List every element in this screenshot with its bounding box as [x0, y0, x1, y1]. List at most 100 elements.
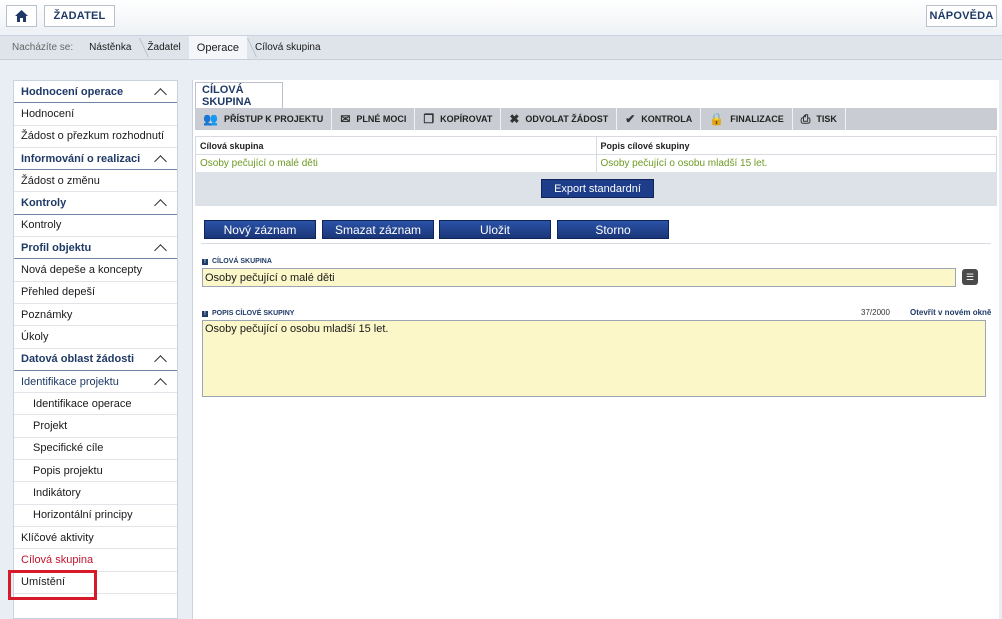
table-row[interactable]: Osoby pečující o malé děti Osoby pečujíc… [195, 154, 997, 173]
sidebar-section-profil-objektu[interactable]: Profil objektu [14, 237, 177, 260]
home-button[interactable] [6, 5, 37, 27]
tab-cilova-skupina[interactable]: CÍLOVÁ SKUPINA [195, 82, 283, 108]
sidebar-group-identifikace-projektu[interactable]: Identifikace projektu [14, 371, 177, 394]
sidebar-item-label: Žádost o přezkum rozhodnutí [21, 130, 165, 143]
sidebar-section-kontroly[interactable]: Kontroly [14, 192, 177, 215]
sidebar-item-label: Informování o realizaci [21, 152, 141, 165]
help-button[interactable]: NÁPOVĚDA [926, 5, 997, 27]
sidebar-item-label: Hodnocení operace [21, 85, 124, 98]
toolbar: 👥 PŘÍSTUP K PROJEKTU ✉ PLNÉ MOCI ❐ KOPÍR… [195, 108, 997, 130]
chevron-up-icon[interactable] [154, 87, 167, 101]
character-counter: 37/2000 [861, 308, 890, 317]
sidebar-item-nova-depese[interactable]: Nová depeše a koncepty [14, 259, 177, 282]
odvolat-zadost-button[interactable]: ✖ ODVOLAT ŽÁDOST [501, 108, 618, 130]
sidebar-item-kontroly[interactable]: Kontroly [14, 215, 177, 238]
pristup-k-projektu-button[interactable]: 👥 PŘÍSTUP K PROJEKTU [195, 108, 333, 130]
toolbar-label: ODVOLAT ŽÁDOST [525, 114, 609, 124]
sidebar-item-klicove-aktivity[interactable]: Klíčové aktivity [14, 527, 177, 550]
breadcrumb: Nacházíte se: Nástěnka Žadatel Operace C… [0, 36, 1002, 60]
cell-popis[interactable]: Osoby pečující o osobu mladší 15 let. [595, 154, 997, 173]
sidebar-section-datova-oblast[interactable]: Datová oblast žádosti [14, 349, 177, 371]
sidebar-item-label: Specifické cíle [33, 442, 104, 455]
cell-cilova-skupina[interactable]: Osoby pečující o malé děti [195, 154, 597, 173]
breadcrumb-item-zadatel[interactable]: Žadatel [139, 36, 188, 59]
sidebar-item-label: Přehled depeší [21, 286, 95, 299]
breadcrumb-item-operace[interactable]: Operace [188, 36, 247, 59]
kopirovat-button[interactable]: ❐ KOPÍROVAT [415, 108, 502, 130]
lock-icon: 🔒 [709, 112, 725, 126]
sidebar-item-label: Cílová skupina [21, 553, 94, 566]
sidebar-item-identifikace-operace[interactable]: Identifikace operace [14, 393, 177, 416]
export-standard-button[interactable]: Export standardní [541, 179, 654, 198]
kontrola-button[interactable]: ✔ KONTROLA [617, 108, 702, 130]
description-textarea[interactable]: Osoby pečující o osobu mladší 15 let. [202, 320, 986, 397]
top-bar: ŽADATEL NÁPOVĚDA [0, 0, 1002, 36]
copy-icon: ❐ [423, 112, 435, 126]
sidebar-item-label: Horizontální principy [33, 509, 133, 522]
sidebar-item-projekt[interactable]: Projekt [14, 415, 177, 438]
chevron-up-icon[interactable] [154, 355, 167, 369]
sidebar-item-label: Datová oblast žádosti [21, 353, 135, 366]
sidebar-item-specificke-cile[interactable]: Specifické cíle [14, 438, 177, 461]
sidebar-section-informovani[interactable]: Informování o realizaci [14, 148, 177, 171]
sidebar-item-zadost-prezkum[interactable]: Žádost o přezkum rozhodnutí [14, 126, 177, 148]
sidebar-item-label: Kontroly [21, 197, 67, 210]
users-icon: 👥 [203, 112, 218, 126]
sidebar-item-prehled-depesi[interactable]: Přehled depeší [14, 282, 177, 304]
chevron-up-icon[interactable] [154, 154, 167, 168]
toolbar-label: FINALIZACE [730, 114, 784, 124]
envelope-icon: ✉ [340, 112, 351, 126]
cancel-button[interactable]: Storno [557, 220, 669, 239]
zadatel-button[interactable]: ŽADATEL [44, 5, 115, 27]
chevron-up-icon[interactable] [154, 243, 167, 257]
sidebar-item-label: Popis projektu [33, 464, 103, 477]
sidebar-item-zadost-zmena[interactable]: Žádost o změnu [14, 170, 177, 193]
divider [201, 243, 991, 244]
toolbar-label: TISK [816, 114, 837, 124]
sidebar-item-label: Identifikace projektu [21, 375, 119, 388]
tisk-button[interactable]: ⎙ TISK [793, 108, 846, 130]
target-group-label: ! CÍLOVÁ SKUPINA [202, 258, 272, 265]
sidebar-item-poznamky[interactable]: Poznámky [14, 304, 177, 327]
sidebar-item-label: Klíčové aktivity [21, 531, 94, 544]
breadcrumb-item-cilova-skupina: Cílová skupina [254, 42, 321, 53]
new-record-button[interactable]: Nový záznam [204, 220, 316, 239]
sidebar-section-hodnoceni-operace[interactable]: Hodnocení operace [14, 81, 177, 104]
column-header-cilova-skupina[interactable]: Cílová skupina [195, 136, 597, 155]
sidebar-item-horizontalni-principy[interactable]: Horizontální principy [14, 505, 177, 527]
breadcrumb-item-nastenka[interactable]: Nástěnka [81, 36, 139, 59]
close-icon: ✖ [509, 112, 520, 126]
sidebar-item-hodnoceni[interactable]: Hodnocení [14, 103, 177, 126]
sidebar-item-label: Úkoly [21, 330, 49, 343]
breadcrumb-label: Nacházíte se: [12, 42, 74, 53]
sidebar-item-label: Identifikace operace [33, 397, 132, 410]
chevron-up-icon[interactable] [154, 199, 167, 212]
field-label-text: CÍLOVÁ SKUPINA [212, 258, 272, 265]
sidebar-item-label: Poznámky [21, 308, 73, 321]
sidebar-item-label: Profil objektu [21, 241, 92, 254]
column-header-popis[interactable]: Popis cílové skupiny [595, 136, 997, 155]
active-item-highlight [8, 570, 97, 600]
sidebar-item-indikatory[interactable]: Indikátory [14, 482, 177, 505]
sidebar-item-label: Indikátory [33, 486, 81, 499]
save-button[interactable]: Uložit [439, 220, 551, 239]
sidebar-item-label: Kontroly [21, 219, 62, 232]
open-new-window-link[interactable]: Otevřít v novém okně [910, 308, 991, 317]
grid-header-row: Cílová skupina Popis cílové skupiny [195, 136, 997, 155]
sidebar-item-popis-projektu[interactable]: Popis projektu [14, 460, 177, 483]
plne-moci-button[interactable]: ✉ PLNÉ MOCI [332, 108, 416, 130]
delete-record-button[interactable]: Smazat záznam [322, 220, 434, 239]
toolbar-label: KOPÍROVAT [440, 114, 493, 124]
finalizace-button[interactable]: 🔒 FINALIZACE [701, 108, 793, 130]
sidebar-item-label: Hodnocení [21, 107, 75, 120]
records-grid: Cílová skupina Popis cílové skupiny Osob… [195, 136, 997, 173]
toolbar-label: PLNÉ MOCI [356, 114, 407, 124]
target-group-input[interactable]: Osoby pečující o malé děti [202, 268, 956, 287]
sidebar-item-label: Nová depeše a koncepty [21, 264, 143, 277]
required-icon: ! [202, 310, 208, 317]
sidebar-item-cilova-skupina[interactable]: Cílová skupina [14, 549, 177, 572]
list-select-icon[interactable]: ☰ [962, 269, 978, 285]
home-icon [15, 10, 28, 22]
sidebar-item-ukoly[interactable]: Úkoly [14, 326, 177, 349]
chevron-up-icon[interactable] [154, 377, 167, 391]
